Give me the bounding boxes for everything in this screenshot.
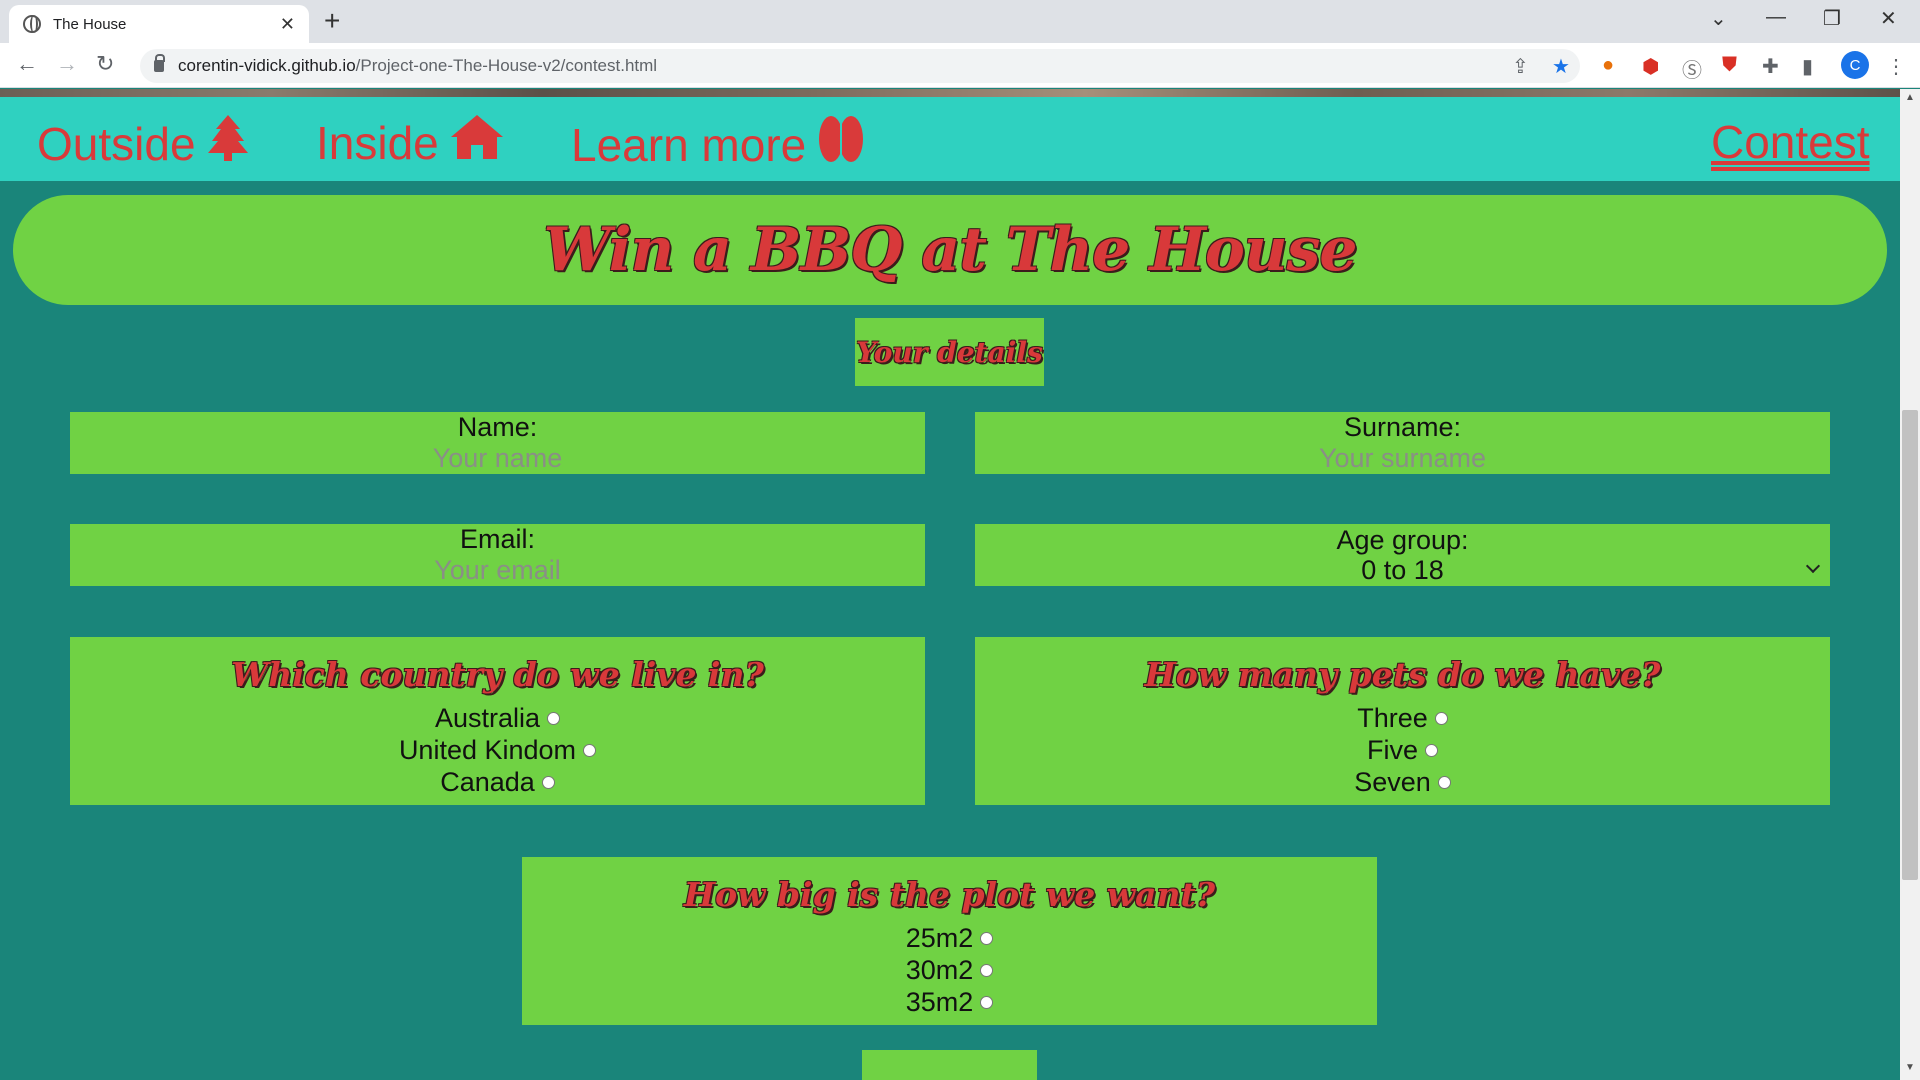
age-group-value: 0 to 18 bbox=[1361, 555, 1444, 585]
radio-button[interactable] bbox=[583, 743, 597, 757]
globe-icon bbox=[23, 15, 41, 33]
country-option-label: Australia bbox=[434, 703, 541, 733]
scroll-up-arrow[interactable]: ▲ bbox=[1905, 92, 1915, 103]
name-input[interactable]: Your name bbox=[433, 442, 563, 474]
plot-option-label: 35m2 bbox=[905, 987, 974, 1017]
scrollbar-thumb[interactable] bbox=[1902, 410, 1918, 880]
country-option-label: Canada bbox=[440, 767, 535, 797]
new-tab-button[interactable]: + bbox=[324, 6, 340, 36]
header-image bbox=[0, 89, 1900, 97]
browser-tab[interactable]: The House ✕ bbox=[9, 5, 309, 43]
age-group-label: Age group: bbox=[1336, 525, 1469, 555]
radio-button[interactable] bbox=[1434, 711, 1448, 725]
radio-button[interactable] bbox=[547, 711, 561, 725]
nav-learn-more-link[interactable]: Learn more bbox=[571, 115, 864, 174]
details-heading: Your details bbox=[856, 335, 1043, 369]
extension-shield-icon[interactable]: ⬢ bbox=[1642, 54, 1659, 79]
radio-button[interactable] bbox=[1437, 775, 1451, 789]
address-bar: ← → ↻ corentin-vidick.github.io/Project-… bbox=[0, 43, 1920, 88]
profile-avatar[interactable]: C bbox=[1841, 51, 1869, 79]
page-viewport: Outside Inside Learn more Contest Win a … bbox=[0, 89, 1900, 1080]
nav-contest-link[interactable]: Contest bbox=[1711, 115, 1900, 169]
name-field[interactable]: Name: Your name bbox=[70, 412, 925, 474]
email-input[interactable]: Your email bbox=[434, 554, 561, 586]
radio-button[interactable] bbox=[980, 995, 994, 1009]
country-option-label: United Kindom bbox=[398, 735, 577, 765]
radio-button[interactable] bbox=[980, 963, 994, 977]
nav-contest-label: Contest bbox=[1711, 116, 1870, 168]
details-heading-box: Your details bbox=[855, 318, 1044, 386]
scroll-down-arrow[interactable]: ▼ bbox=[1905, 1062, 1915, 1073]
house-icon bbox=[450, 115, 503, 170]
pets-option[interactable]: Seven bbox=[1354, 766, 1451, 798]
pets-option[interactable]: Five bbox=[1367, 734, 1438, 766]
extension-s-icon[interactable]: Ⓢ bbox=[1682, 54, 1702, 83]
pets-question: How many pets do we have? bbox=[1144, 655, 1661, 694]
extensions-puzzle-icon[interactable]: ✚ bbox=[1762, 54, 1779, 79]
country-option[interactable]: Canada bbox=[440, 766, 555, 798]
brain-icon bbox=[818, 115, 864, 174]
maximize-button[interactable]: ❐ bbox=[1823, 6, 1841, 31]
site-navbar: Outside Inside Learn more Contest bbox=[0, 97, 1900, 181]
nav-outside-label: Outside bbox=[37, 117, 196, 170]
country-question: Which country do we live in? bbox=[231, 655, 764, 694]
country-option[interactable]: Australia bbox=[434, 702, 561, 734]
country-question-box: Which country do we live in? Australia U… bbox=[70, 637, 925, 805]
plot-option[interactable]: 30m2 bbox=[906, 954, 994, 986]
radio-button[interactable] bbox=[541, 775, 555, 789]
lock-icon bbox=[154, 54, 165, 72]
email-label: Email: bbox=[459, 524, 535, 554]
pets-question-box: How many pets do we have? Three Five Sev… bbox=[975, 637, 1830, 805]
page-title: Win a BBQ at The House bbox=[543, 215, 1357, 285]
pets-option-label: Three bbox=[1357, 703, 1428, 733]
bookmark-star-icon[interactable]: ★ bbox=[1552, 54, 1570, 79]
plot-option[interactable]: 25m2 bbox=[906, 922, 994, 954]
tab-strip: The House ✕ + ⌄ — ❐ ✕ bbox=[0, 0, 1920, 43]
tree-icon bbox=[207, 115, 248, 172]
surname-label: Surname: bbox=[1343, 412, 1462, 442]
close-tab-icon[interactable]: ✕ bbox=[280, 14, 295, 35]
nav-inside-link[interactable]: Inside bbox=[316, 115, 503, 170]
menu-kebab-icon[interactable]: ⋮ bbox=[1886, 54, 1906, 79]
url-path: /Project-one-The-House-v2/contest.html bbox=[355, 56, 658, 75]
country-option[interactable]: United Kindom bbox=[398, 734, 597, 766]
nav-inside-label: Inside bbox=[316, 116, 439, 169]
surname-field[interactable]: Surname: Your surname bbox=[975, 412, 1830, 474]
email-field[interactable]: Email: Your email bbox=[70, 524, 925, 586]
close-window-button[interactable]: ✕ bbox=[1880, 6, 1897, 31]
name-label: Name: bbox=[457, 412, 538, 442]
minimize-button[interactable]: — bbox=[1766, 6, 1786, 29]
extension-fire-icon[interactable]: ● bbox=[1602, 54, 1614, 77]
plot-question-box: How big is the plot we want? 25m2 30m2 3… bbox=[522, 857, 1377, 1025]
reload-icon[interactable]: ↻ bbox=[96, 51, 114, 77]
back-icon[interactable]: ← bbox=[16, 51, 38, 77]
plot-question: How big is the plot we want? bbox=[683, 875, 1216, 914]
surname-input[interactable]: Your surname bbox=[1319, 442, 1486, 474]
tab-search-icon[interactable]: ⌄ bbox=[1710, 6, 1727, 31]
url-domain: corentin-vidick.github.io bbox=[178, 56, 356, 75]
radio-button[interactable] bbox=[1425, 743, 1438, 757]
pets-option-label: Seven bbox=[1354, 767, 1431, 797]
extension-guard-icon[interactable]: ⛊ bbox=[1722, 54, 1737, 77]
plot-option[interactable]: 35m2 bbox=[906, 986, 994, 1018]
share-icon[interactable]: ⇪ bbox=[1512, 54, 1529, 79]
chevron-down-icon bbox=[1805, 558, 1821, 574]
plot-option-label: 25m2 bbox=[905, 923, 974, 953]
nav-outside-link[interactable]: Outside bbox=[37, 115, 248, 172]
age-group-field[interactable]: Age group: 0 to 18 bbox=[975, 524, 1830, 586]
hero-banner: Win a BBQ at The House bbox=[13, 195, 1887, 305]
next-section-heading-box bbox=[862, 1050, 1037, 1080]
plot-option-label: 30m2 bbox=[905, 955, 974, 985]
pets-option[interactable]: Three bbox=[1357, 702, 1448, 734]
tab-title: The House bbox=[53, 15, 127, 33]
side-panel-icon[interactable]: ▮ bbox=[1802, 54, 1813, 79]
nav-learn-more-label: Learn more bbox=[571, 118, 807, 171]
pets-option-label: Five bbox=[1366, 735, 1418, 765]
forward-icon[interactable]: → bbox=[56, 51, 78, 77]
age-group-select[interactable]: 0 to 18 bbox=[975, 555, 1830, 585]
url-field[interactable]: corentin-vidick.github.io/Project-one-Th… bbox=[140, 49, 1580, 83]
radio-button[interactable] bbox=[980, 931, 994, 945]
